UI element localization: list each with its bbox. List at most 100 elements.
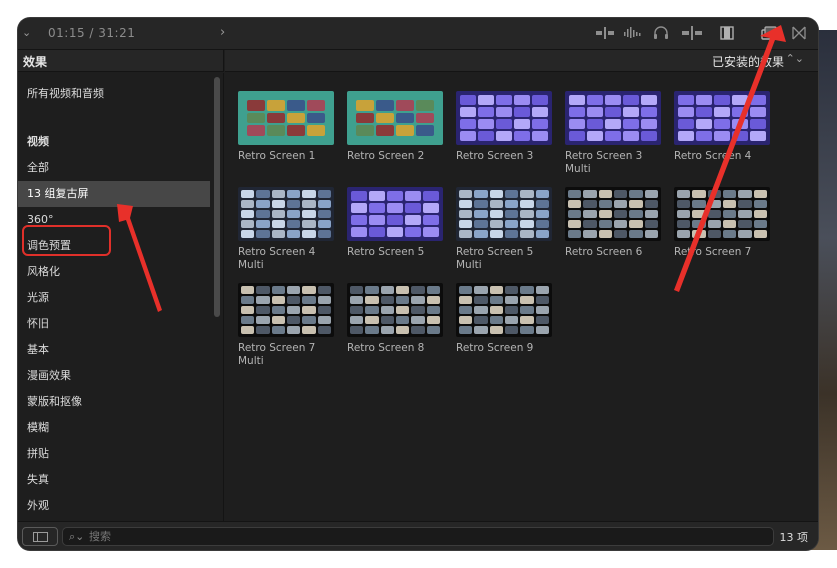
thumbnail-screen xyxy=(629,220,643,228)
thumbnail-screen xyxy=(489,200,503,208)
search-input[interactable] xyxy=(89,529,759,544)
thumbnail-screen xyxy=(302,286,316,294)
effect-name: Retro Screen 1 xyxy=(238,150,316,162)
thumbnail-screen xyxy=(505,286,519,294)
chevron-down-icon[interactable]: ⌄ xyxy=(22,26,31,39)
sidebar-item[interactable]: 漫画效果 xyxy=(18,363,210,389)
effect-tile[interactable]: Retro Screen 3 xyxy=(456,91,552,163)
thumbnail-screen xyxy=(489,210,503,218)
effect-thumbnail[interactable] xyxy=(674,187,770,241)
effect-thumbnail[interactable] xyxy=(347,187,443,241)
sidebar-item[interactable]: 光源 xyxy=(18,285,210,311)
effect-tile[interactable]: Retro Screen 4 xyxy=(674,91,770,163)
effect-thumbnail[interactable] xyxy=(565,91,661,145)
thumbnail-screen xyxy=(568,230,582,238)
effect-tile[interactable]: Retro Screen 7 Multi xyxy=(238,283,334,368)
effect-tile[interactable]: Retro Screen 9 xyxy=(456,283,552,355)
thumbnail-screen xyxy=(256,316,270,324)
clip-skimming-icon[interactable] xyxy=(682,26,702,42)
thumbnail-screen xyxy=(569,119,585,129)
thumbnail-screen xyxy=(605,95,621,105)
thumbnail-screen xyxy=(677,210,691,218)
search-field[interactable]: ⌕⌄ xyxy=(62,527,774,546)
effects-browser-window: ⌄ 01:15 / 31:21 › 效果 已安装的效果 ⌃⌄ 所有视频和音频 视… xyxy=(18,18,818,550)
effect-thumbnail[interactable] xyxy=(347,91,443,145)
thumbnail-screen xyxy=(256,200,270,208)
sidebar-scrollbar[interactable] xyxy=(214,77,220,317)
search-icon: ⌕⌄ xyxy=(69,530,85,543)
audio-meter-icon[interactable] xyxy=(596,26,614,42)
chevron-up-down-icon[interactable]: ⌃⌄ xyxy=(786,52,804,65)
headphones-icon[interactable] xyxy=(652,26,670,42)
thumbnail-screen xyxy=(505,220,519,228)
thumbnail-screen xyxy=(568,220,582,228)
thumbnail-screen xyxy=(423,227,439,237)
sidebar-item[interactable]: 失真 xyxy=(18,467,210,493)
thumbnail-screen xyxy=(287,326,301,334)
thumbnail-screen xyxy=(474,296,488,304)
thumbnail-screen xyxy=(496,95,512,105)
browser-icon[interactable] xyxy=(760,26,778,42)
effect-tile[interactable]: Retro Screen 3 Multi xyxy=(565,91,661,176)
sidebar-item[interactable]: 所有视频和音频 xyxy=(18,81,210,107)
sidebar-item[interactable]: 模糊 xyxy=(18,415,210,441)
effect-name: Retro Screen 7 xyxy=(674,246,752,258)
sidebar-item[interactable]: 蒙版和抠像 xyxy=(18,389,210,415)
thumbnail-screen xyxy=(753,220,767,228)
sidebar-item[interactable]: 13 组复古屏 xyxy=(18,181,210,207)
effect-tile[interactable]: Retro Screen 6 xyxy=(565,187,661,259)
thumbnail-screen xyxy=(732,131,748,141)
thumbnail-screen xyxy=(474,306,488,314)
thumbnail-screen xyxy=(241,210,255,218)
thumbnail-screen xyxy=(753,190,767,198)
thumbnail-screen xyxy=(317,306,331,314)
effect-thumbnail[interactable] xyxy=(347,283,443,337)
effect-thumbnail[interactable] xyxy=(565,187,661,241)
sidebar-item[interactable]: 基本 xyxy=(18,337,210,363)
effect-thumbnail[interactable] xyxy=(238,283,334,337)
thumbnail-screen xyxy=(520,200,534,208)
thumbnail-screen xyxy=(569,95,585,105)
effect-thumbnail[interactable] xyxy=(238,187,334,241)
thumbnail-screen xyxy=(426,296,440,304)
sidebar-toggle-button[interactable] xyxy=(22,527,58,546)
sidebar-item[interactable]: 拼贴 xyxy=(18,441,210,467)
thumbnail-screen xyxy=(396,326,410,334)
waveform-icon[interactable] xyxy=(624,26,642,42)
thumbnail-screen xyxy=(387,191,403,201)
effect-name: Retro Screen 4 Multi xyxy=(238,246,316,271)
thumbnail-screen xyxy=(317,286,331,294)
filmstrip-icon[interactable] xyxy=(718,26,736,42)
thumbnail-screen xyxy=(489,326,503,334)
thumbnail-screen xyxy=(678,131,694,141)
thumbnail-screen xyxy=(535,286,549,294)
sidebar-item[interactable]: 怀旧 xyxy=(18,311,210,337)
thumbnail-screen xyxy=(750,119,766,129)
thumbnail-screen xyxy=(426,326,440,334)
effect-tile[interactable]: Retro Screen 1 xyxy=(238,91,334,163)
sidebar-item[interactable]: 风格化 xyxy=(18,259,210,285)
thumbnail-screen xyxy=(459,230,473,238)
effect-tile[interactable]: Retro Screen 4 Multi xyxy=(238,187,334,272)
effect-thumbnail[interactable] xyxy=(456,283,552,337)
thumbnail-screen xyxy=(460,131,476,141)
thumbnail-screen xyxy=(287,112,305,124)
chevron-right-icon[interactable]: › xyxy=(220,25,225,40)
effect-tile[interactable]: Retro Screen 5 xyxy=(347,187,443,259)
effects-filter-dropdown[interactable]: 已安装的效果 xyxy=(712,53,784,70)
transitions-icon[interactable] xyxy=(790,26,808,42)
sidebar-item: 视频 xyxy=(27,135,49,148)
effect-tile[interactable]: Retro Screen 5 Multi xyxy=(456,187,552,272)
thumbnail-screen xyxy=(356,100,374,111)
sidebar-item[interactable]: 外观 xyxy=(18,493,210,519)
effect-name: Retro Screen 8 xyxy=(347,342,425,354)
effect-tile[interactable]: Retro Screen 2 xyxy=(347,91,443,163)
effect-tile[interactable]: Retro Screen 7 xyxy=(674,187,770,259)
effect-thumbnail[interactable] xyxy=(456,187,552,241)
thumbnail-screen xyxy=(474,326,488,334)
effect-thumbnail[interactable] xyxy=(238,91,334,145)
effect-thumbnail[interactable] xyxy=(674,91,770,145)
sidebar-item[interactable]: 全部 xyxy=(18,155,210,181)
effect-thumbnail[interactable] xyxy=(456,91,552,145)
effect-tile[interactable]: Retro Screen 8 xyxy=(347,283,443,355)
